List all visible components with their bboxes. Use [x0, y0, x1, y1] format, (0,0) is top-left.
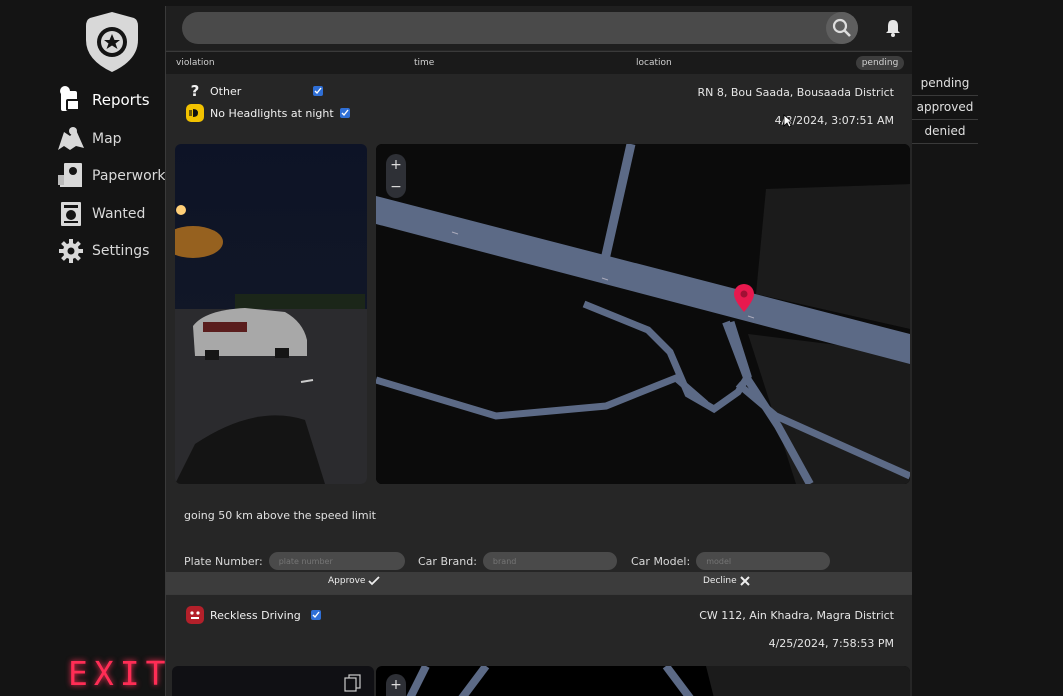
- copy-icon[interactable]: [344, 674, 362, 692]
- zoom-out-button[interactable]: −: [386, 176, 406, 198]
- violation-checkbox[interactable]: [339, 108, 350, 118]
- sidebar-item-label: Settings: [92, 243, 150, 259]
- report-card: ? Other No Headlights at night RN 8, Bou…: [166, 74, 912, 594]
- sidebar-item-label: Reports: [92, 91, 150, 109]
- headlight-icon: [186, 104, 204, 122]
- report-location: RN 8, Bou Saada, Bousaada District: [697, 86, 894, 99]
- search-button[interactable]: [826, 12, 858, 44]
- search-icon: [832, 18, 851, 37]
- decline-button[interactable]: Decline: [703, 576, 750, 586]
- reckless-driving-icon: [186, 606, 204, 624]
- status-filter-select[interactable]: pending: [856, 56, 904, 70]
- sidebar-item-settings[interactable]: Settings: [56, 236, 149, 266]
- status-dropdown: pending approved denied: [912, 72, 978, 144]
- decline-label: Decline: [703, 576, 737, 586]
- checkmark-icon: [368, 576, 381, 586]
- plate-number-input[interactable]: [268, 552, 405, 570]
- violation-label: No Headlights at night: [210, 106, 334, 120]
- reports-icon: [56, 85, 86, 115]
- gear-icon: [56, 236, 86, 266]
- zoom-in-button[interactable]: +: [386, 674, 406, 696]
- status-option-pending[interactable]: pending: [912, 72, 978, 96]
- location-map[interactable]: +: [376, 666, 910, 696]
- report-description: going 50 km above the speed limit: [184, 509, 376, 522]
- car-brand-input[interactable]: [482, 552, 617, 570]
- car-model-label: Car Model:: [631, 554, 691, 568]
- sidebar-item-reports[interactable]: Reports: [56, 85, 150, 115]
- zoom-in-button[interactable]: +: [386, 154, 406, 176]
- report-actions: Approve Decline: [166, 572, 912, 594]
- close-icon: [739, 576, 750, 586]
- approve-label: Approve: [328, 576, 366, 586]
- report-location: CW 112, Ain Khadra, Magra District: [699, 609, 894, 622]
- evidence-photo[interactable]: [172, 666, 374, 696]
- column-time: time: [414, 58, 435, 68]
- paperwork-icon: [56, 161, 86, 191]
- approve-button[interactable]: Approve: [328, 576, 381, 586]
- exit-button[interactable]: EXIT: [68, 654, 171, 693]
- map-icon: [56, 124, 86, 154]
- column-violation: violation: [176, 58, 215, 68]
- sidebar: Reports Map Paperwork Wanted Settings EX…: [0, 0, 166, 696]
- violation-label: Other: [210, 84, 242, 98]
- sidebar-item-paperwork[interactable]: Paperwork: [56, 161, 166, 191]
- sidebar-item-label: Wanted: [92, 206, 146, 222]
- violation-item-no-headlights: No Headlights at night: [186, 104, 350, 122]
- plate-number-label: Plate Number:: [184, 554, 263, 568]
- sidebar-item-label: Paperwork: [92, 168, 166, 184]
- sidebar-item-label: Map: [92, 131, 122, 147]
- police-badge-logo: [86, 12, 138, 72]
- status-option-approved[interactable]: approved: [912, 96, 978, 120]
- car-model-input[interactable]: [696, 552, 831, 570]
- status-option-denied[interactable]: denied: [912, 120, 978, 144]
- question-mark-icon: ?: [190, 82, 200, 100]
- violation-item-reckless-driving: Reckless Driving: [186, 606, 321, 624]
- report-card: Reckless Driving CW 112, Ain Khadra, Mag…: [166, 594, 912, 696]
- violation-item-other: ? Other: [186, 82, 324, 100]
- map-zoom-control: + −: [386, 154, 406, 198]
- evidence-photo[interactable]: [175, 144, 367, 484]
- bell-icon[interactable]: [884, 18, 902, 38]
- table-header: violation time location pending: [166, 51, 912, 75]
- sidebar-item-wanted[interactable]: Wanted: [56, 199, 145, 229]
- violation-checkbox[interactable]: [313, 86, 324, 96]
- mouse-cursor-icon: [783, 114, 793, 128]
- violation-checkbox[interactable]: [310, 610, 321, 620]
- column-location: location: [636, 58, 672, 68]
- top-bar: [166, 6, 912, 50]
- violation-label: Reckless Driving: [210, 608, 301, 622]
- wanted-poster-icon: [56, 199, 86, 229]
- report-time: 4/25/2024, 7:58:53 PM: [768, 637, 894, 650]
- reports-panel: violation time location pending ? Other …: [166, 6, 912, 696]
- search-input[interactable]: [182, 12, 858, 44]
- sidebar-item-map[interactable]: Map: [56, 124, 122, 154]
- car-brand-label: Car Brand:: [418, 554, 477, 568]
- location-map[interactable]: + −: [376, 144, 910, 484]
